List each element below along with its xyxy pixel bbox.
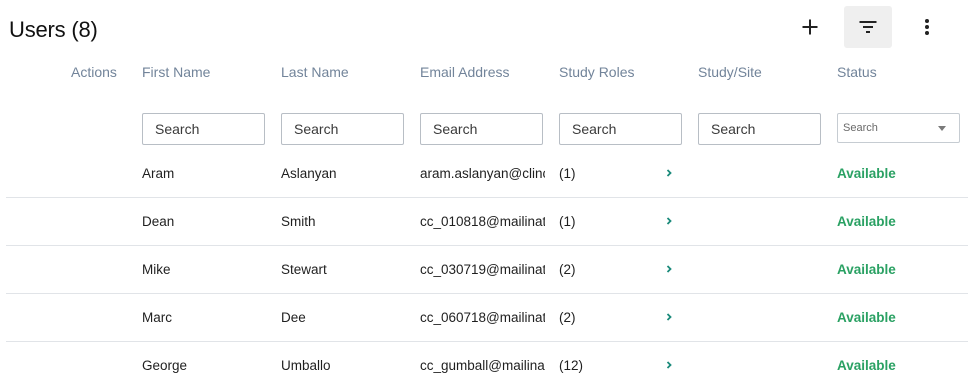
email-cell: cc_gumball@mailina bbox=[420, 358, 545, 373]
email-cell: aram.aslanyan@clinc bbox=[420, 166, 545, 181]
last-name-cell: Smith bbox=[281, 214, 316, 229]
first-name-cell: Marc bbox=[142, 310, 172, 325]
status-badge: Available bbox=[837, 214, 896, 229]
chevron-right-icon[interactable] bbox=[663, 358, 675, 372]
column-header-study-roles[interactable]: Study Roles bbox=[559, 64, 634, 80]
caret-down-icon bbox=[938, 125, 946, 131]
table-row[interactable]: Dean Smith cc_010818@mailinat (1) Availa… bbox=[6, 198, 968, 246]
status-filter-select[interactable]: Search bbox=[837, 113, 960, 143]
study-roles-cell: (1) bbox=[559, 214, 576, 229]
email-cell: cc_030719@mailinat bbox=[420, 262, 545, 277]
first-name-cell: George bbox=[142, 358, 188, 373]
status-filter-placeholder: Search bbox=[843, 122, 878, 134]
study-roles-cell: (2) bbox=[559, 310, 576, 325]
table-row[interactable]: Mike Stewart cc_030719@mailinat (2) Avai… bbox=[6, 246, 968, 294]
table-row[interactable]: Marc Dee cc_060718@mailinat (2) Availabl… bbox=[6, 294, 968, 342]
last-name-cell: Aslanyan bbox=[281, 166, 337, 181]
email-cell: cc_060718@mailinat bbox=[420, 310, 545, 325]
filter-list-icon bbox=[859, 21, 877, 33]
first-name-cell: Aram bbox=[142, 166, 175, 181]
column-header-study-site[interactable]: Study/Site bbox=[698, 64, 762, 80]
first-name-cell: Mike bbox=[142, 262, 171, 277]
study-roles-cell: (12) bbox=[559, 358, 584, 373]
email-search-input[interactable] bbox=[420, 113, 543, 145]
email-cell: cc_010818@mailinat bbox=[420, 214, 545, 229]
column-header-status[interactable]: Status bbox=[837, 64, 877, 80]
table-row[interactable]: Aram Aslanyan aram.aslanyan@clinc (1) Av… bbox=[6, 150, 968, 198]
last-name-search-input[interactable] bbox=[281, 113, 404, 145]
status-badge: Available bbox=[837, 262, 896, 277]
column-header-email[interactable]: Email Address bbox=[420, 64, 509, 80]
status-badge: Available bbox=[837, 166, 896, 181]
first-name-cell: Dean bbox=[142, 214, 175, 229]
column-header-last-name[interactable]: Last Name bbox=[281, 64, 349, 80]
status-badge: Available bbox=[837, 310, 896, 325]
plus-icon bbox=[802, 19, 818, 35]
more-vertical-icon bbox=[925, 19, 929, 35]
study-roles-cell: (1) bbox=[559, 166, 576, 181]
column-header-actions: Actions bbox=[71, 64, 117, 80]
last-name-cell: Umballo bbox=[281, 358, 331, 373]
study-site-search-input[interactable] bbox=[698, 113, 821, 145]
column-header-first-name[interactable]: First Name bbox=[142, 64, 210, 80]
status-badge: Available bbox=[837, 358, 896, 373]
study-roles-search-input[interactable] bbox=[559, 113, 682, 145]
page-title: Users (8) bbox=[9, 17, 98, 42]
add-user-button[interactable] bbox=[786, 6, 834, 48]
study-roles-cell: (2) bbox=[559, 262, 576, 277]
chevron-right-icon[interactable] bbox=[663, 166, 675, 180]
last-name-cell: Dee bbox=[281, 310, 306, 325]
chevron-right-icon[interactable] bbox=[663, 214, 675, 228]
more-options-button[interactable] bbox=[903, 6, 951, 48]
table-row[interactable]: George Umballo cc_gumball@mailina (12) A… bbox=[6, 342, 968, 387]
chevron-right-icon[interactable] bbox=[663, 310, 675, 324]
last-name-cell: Stewart bbox=[281, 262, 327, 277]
first-name-search-input[interactable] bbox=[142, 113, 265, 145]
filter-button[interactable] bbox=[844, 6, 892, 48]
chevron-right-icon[interactable] bbox=[663, 262, 675, 276]
